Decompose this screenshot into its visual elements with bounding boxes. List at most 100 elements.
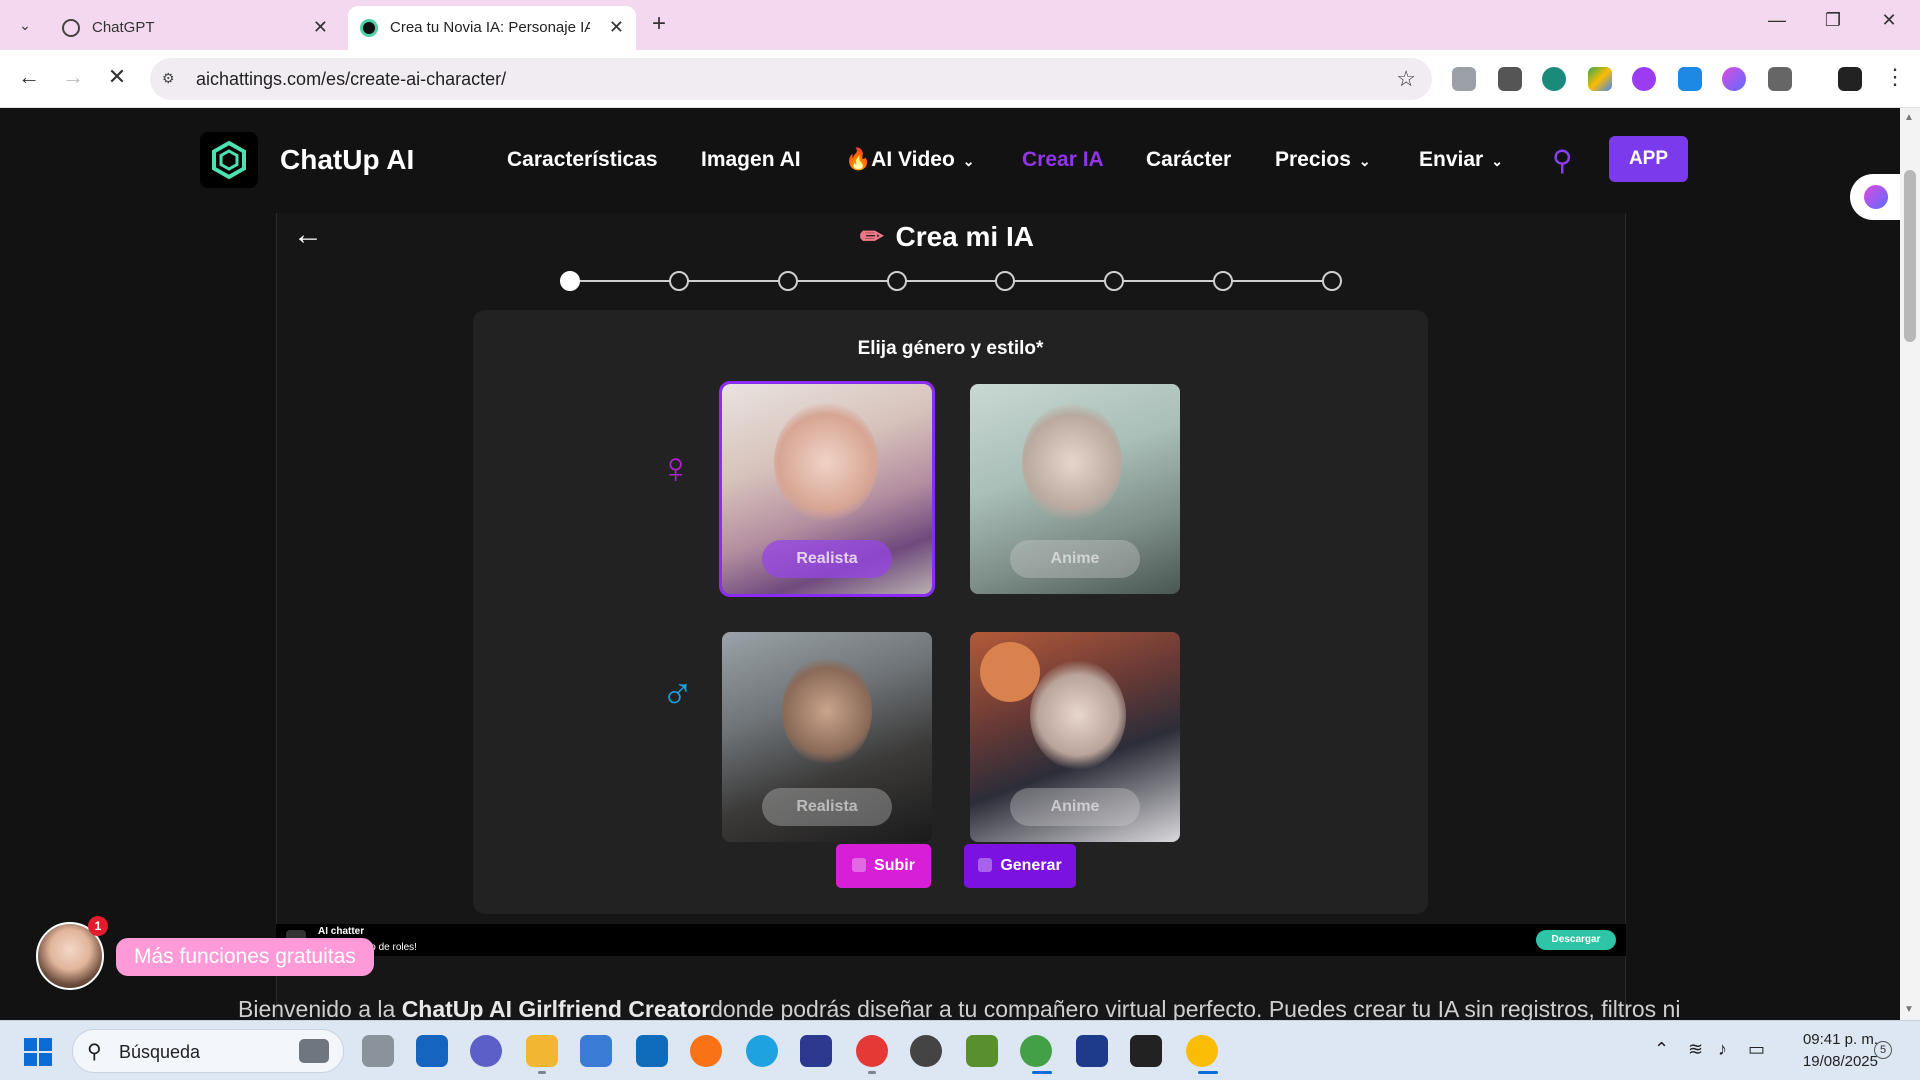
chrome-icon[interactable] [1020,1035,1052,1067]
upload-button[interactable]: Subir [836,844,931,888]
nav-character[interactable]: Carácter [1146,148,1231,172]
drive-extension-icon[interactable] [1588,67,1612,91]
new-tab-button[interactable]: + [652,10,666,38]
profile-avatar[interactable] [1838,67,1862,91]
close-window-button[interactable]: ✕ [1874,10,1904,31]
page-title: ✏ Crea mi IA [860,220,1160,253]
download-extension-icon[interactable] [1678,67,1702,91]
notification-count[interactable]: 5 [1874,1041,1892,1059]
running-indicator [1198,1071,1218,1074]
app-icon[interactable] [800,1035,832,1067]
browser-menu-icon[interactable]: ⋮ [1880,64,1910,90]
tab-title: Crea tu Novia IA: Personaje IA S [390,19,590,36]
generate-button-label: Generar [1000,857,1062,874]
file-explorer-icon[interactable] [526,1035,558,1067]
site-info-icon[interactable]: ⚙ [162,70,180,88]
portrait-image [1022,402,1122,522]
male-anime-option[interactable]: Anime [970,632,1180,842]
back-button[interactable]: ← [14,64,44,90]
volume-icon[interactable]: ♪ [1718,1039,1727,1060]
nav-ai-video-label: 🔥AI Video [845,148,955,171]
extension-icon[interactable] [1452,67,1476,91]
page-viewport: ChatUp AI Características Imagen AI 🔥AI … [0,108,1900,1020]
banner-download-button[interactable]: Descargar [1536,930,1616,950]
pencil-icon: ✏ [860,221,884,252]
scroll-down-arrow-icon[interactable]: ▼ [1904,1004,1914,1015]
page-scrollbar[interactable]: ▲ ▼ [1900,108,1920,1020]
portrait-image [782,656,872,766]
bookmark-star-icon[interactable]: ☆ [1396,66,1416,92]
generate-button[interactable]: Generar [964,844,1076,888]
intro-before: Bienvenido a la [238,996,402,1020]
taskbar-search[interactable]: ⚲ Búsqueda [72,1029,344,1073]
app-icon[interactable] [966,1035,998,1067]
intro-paragraph: Bienvenido a la ChatUp AI Girlfriend Cre… [238,996,1698,1020]
forward-button[interactable]: → [58,64,88,90]
widgets-icon[interactable] [416,1035,448,1067]
chrome-active-icon[interactable] [1186,1035,1218,1067]
app-button[interactable]: APP [1609,136,1688,182]
task-view-icon[interactable] [362,1035,394,1067]
firefox-icon[interactable] [690,1035,722,1067]
step-dot-8 [1322,271,1342,291]
browser-toolbar: ← → ✕ ⚙ aichattings.com/es/create-ai-cha… [0,50,1920,108]
camera-icon [299,1039,329,1063]
back-arrow-icon[interactable]: ← [293,218,323,252]
tab-chatup-create[interactable]: Crea tu Novia IA: Personaje IA S ✕ [348,6,636,50]
chevron-down-icon: ⌄ [962,153,975,169]
address-bar[interactable]: ⚙ aichattings.com/es/create-ai-character… [150,58,1432,100]
close-tab-icon[interactable]: ✕ [313,17,328,38]
option-label: Anime [1010,540,1140,578]
nav-create-ai[interactable]: Crear IA [1022,148,1104,172]
brain-floating-button[interactable] [1850,174,1900,220]
clock-time[interactable]: 09:41 p. m. [1788,1031,1878,1048]
windows-taskbar: ⚲ Búsqueda ⌃ ≋ ♪ ▭ 09:41 p. m. 19/08/202… [0,1020,1920,1080]
scroll-up-arrow-icon[interactable]: ▲ [1904,112,1914,123]
microsoft-store-icon[interactable] [580,1035,612,1067]
terminal-icon[interactable] [1130,1035,1162,1067]
clock-date[interactable]: 19/08/2025 [1788,1053,1878,1070]
windows-start-icon[interactable] [24,1038,52,1066]
female-anime-option[interactable]: Anime [970,384,1180,594]
stop-loading-button[interactable]: ✕ [102,64,132,90]
app-promo-banner[interactable]: AI chatter de IA y juego de roles! Desca… [276,924,1626,956]
male-realistic-option[interactable]: Realista [722,632,932,842]
translate-extension-icon[interactable] [1498,67,1522,91]
nav-image-ai[interactable]: Imagen AI [701,148,801,172]
female-realistic-option[interactable]: Realista [719,381,935,597]
brand-name[interactable]: ChatUp AI [280,144,414,176]
tab-chatgpt[interactable]: ChatGPT ✕ [50,6,340,50]
edge-icon[interactable] [746,1035,778,1067]
nav-features[interactable]: Características [507,148,658,172]
openai-extension-icon[interactable] [1542,67,1566,91]
ai-extension-icon[interactable] [1632,67,1656,91]
chatup-favicon-icon [360,19,378,37]
tray-overflow-chevron-icon[interactable]: ⌃ [1654,1039,1669,1060]
puzzle-extensions-icon[interactable] [1768,67,1792,91]
url-text[interactable]: aichattings.com/es/create-ai-character/ [196,69,506,90]
teams-icon[interactable] [470,1035,502,1067]
search-icon[interactable]: ⚲ [1552,144,1573,177]
page-title-text: Crea mi IA [895,221,1034,252]
option-label: Anime [1010,788,1140,826]
minimize-button[interactable]: — [1762,10,1792,31]
media-player-icon[interactable] [910,1035,942,1067]
chat-widget-bubble[interactable]: Más funciones gratuitas [116,938,374,976]
scrollbar-thumb[interactable] [1904,170,1916,342]
close-tab-icon[interactable]: ✕ [609,17,624,38]
brain-extension-icon[interactable] [1722,67,1746,91]
step-progress [560,270,1344,292]
battery-icon[interactable]: ▭ [1748,1039,1765,1060]
outlook-icon[interactable] [636,1035,668,1067]
restore-button[interactable]: ❐ [1818,10,1848,31]
chatup-logo-icon[interactable] [200,132,258,188]
step-dot-7 [1213,271,1234,291]
tab-search-button[interactable]: ⌄ [10,12,40,38]
nav-send[interactable]: Enviar ⌄ [1419,148,1503,172]
nav-ai-video[interactable]: 🔥AI Video ⌄ [845,148,975,172]
wifi-icon[interactable]: ≋ [1688,1039,1703,1060]
chrome-profile-icon[interactable] [856,1035,888,1067]
nav-pricing[interactable]: Precios ⌄ [1275,148,1371,172]
running-indicator [1032,1071,1052,1074]
powershell-icon[interactable] [1076,1035,1108,1067]
